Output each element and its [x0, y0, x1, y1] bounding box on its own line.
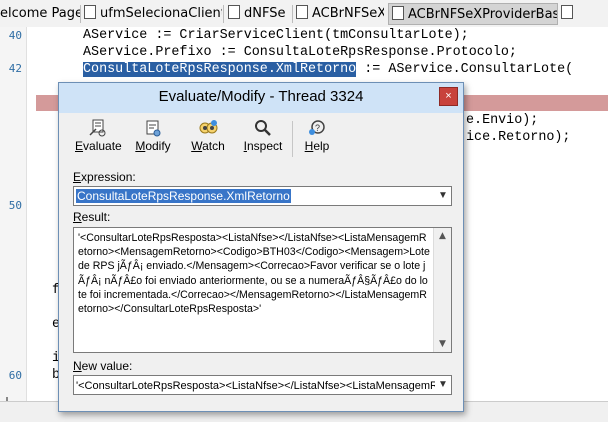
- close-icon: ×: [445, 90, 452, 102]
- unit-icon: [561, 5, 573, 19]
- code-fragment: ice.Retorno);: [466, 130, 571, 145]
- line-number: 60: [8, 369, 22, 382]
- tab-acbrnfsex[interactable]: ACBrNFSeX: [296, 3, 384, 25]
- datamodule-icon: [228, 5, 240, 19]
- expression-value: ConsultaLoteRpsResponse.XmlRetorno: [76, 189, 291, 203]
- tab-dnfse[interactable]: dNFSe: [228, 3, 292, 25]
- code-fragment: e.Envio);: [466, 113, 539, 128]
- line-number: 50: [8, 199, 22, 212]
- modify-icon: [146, 120, 161, 137]
- help-button[interactable]: ? Help: [302, 117, 332, 161]
- tab-ufmselecionacliente[interactable]: ufmSelecionaCliente: [84, 3, 222, 25]
- dialog-title: Evaluate/Modify - Thread 3324: [158, 88, 364, 105]
- toolbar-separator: [292, 121, 293, 157]
- editor-tab-bar: elcome Page ufmSelecionaCliente dNFSe AC…: [0, 0, 608, 28]
- form-icon: [84, 5, 96, 19]
- result-text: '<ConsultarLoteRpsResposta><ListaNfse></…: [78, 232, 430, 316]
- watch-label: Watch: [191, 139, 225, 153]
- selected-code: ConsultaLoteRpsResponse.XmlRetorno: [83, 62, 357, 77]
- tab-separator: [80, 5, 81, 23]
- watch-icon: [199, 120, 218, 134]
- scroll-down-icon[interactable]: ▼: [434, 336, 451, 352]
- new-value-label: New value:: [73, 359, 133, 373]
- result-vertical-scrollbar[interactable]: ▲ ▼: [433, 228, 451, 352]
- modify-button[interactable]: Modify: [133, 117, 173, 161]
- evaluate-modify-dialog: Evaluate/Modify - Thread 3324 × Evaluate…: [58, 82, 464, 412]
- code-line: ConsultaLoteRpsResponse.XmlRetorno := AS…: [83, 62, 574, 77]
- expression-combobox[interactable]: ConsultaLoteRpsResponse.XmlRetorno ▼: [73, 186, 452, 206]
- dialog-toolbar: Evaluate Modify Watch Inspect ? Help: [59, 113, 463, 163]
- evaluate-label: Evaluate: [75, 139, 122, 153]
- evaluate-icon: [89, 119, 106, 137]
- svg-text:?: ?: [315, 123, 320, 133]
- result-memo[interactable]: '<ConsultarLoteRpsResposta><ListaNfse></…: [73, 227, 452, 353]
- chevron-down-icon[interactable]: ▼: [435, 187, 451, 205]
- new-value-combobox[interactable]: '<ConsultarLoteRpsResposta><ListaNfse></…: [73, 375, 452, 395]
- inspect-label: Inspect: [243, 139, 283, 153]
- tab-overflow[interactable]: [561, 3, 581, 25]
- chevron-down-icon[interactable]: ▼: [435, 376, 451, 394]
- expression-label: Expression:: [73, 170, 136, 184]
- close-button[interactable]: ×: [439, 87, 458, 106]
- evaluate-button[interactable]: Evaluate: [75, 117, 122, 161]
- unit-icon: [296, 5, 308, 19]
- modify-label: Modify: [135, 139, 171, 153]
- tab-acbrnfsexproviderbase[interactable]: ACBrNFSeXProviderBase: [388, 3, 558, 25]
- line-number: 40: [8, 29, 22, 42]
- line-number: 42: [8, 62, 22, 75]
- watch-button[interactable]: Watch: [189, 117, 227, 161]
- help-icon: ?: [309, 120, 325, 135]
- inspect-button[interactable]: Inspect: [242, 117, 284, 161]
- unit-icon: [392, 6, 404, 20]
- tab-separator: [223, 5, 224, 23]
- tab-welcome-page[interactable]: elcome Page: [0, 3, 80, 25]
- code-line: AService.Prefixo := ConsultaLoteRpsRespo…: [83, 45, 517, 60]
- scroll-up-icon[interactable]: ▲: [434, 228, 451, 244]
- result-label: Result:: [73, 210, 111, 224]
- dialog-title-bar[interactable]: Evaluate/Modify - Thread 3324 ×: [59, 83, 463, 113]
- line-gutter: 40 42 50 60: [0, 27, 27, 401]
- help-label: Help: [304, 139, 330, 153]
- code-line: AService := CriarServiceClient(tmConsult…: [83, 28, 469, 43]
- inspect-icon: [255, 120, 271, 136]
- new-value-text: '<ConsultarLoteRpsResposta><ListaNfse></…: [76, 380, 438, 392]
- tab-separator: [292, 5, 293, 23]
